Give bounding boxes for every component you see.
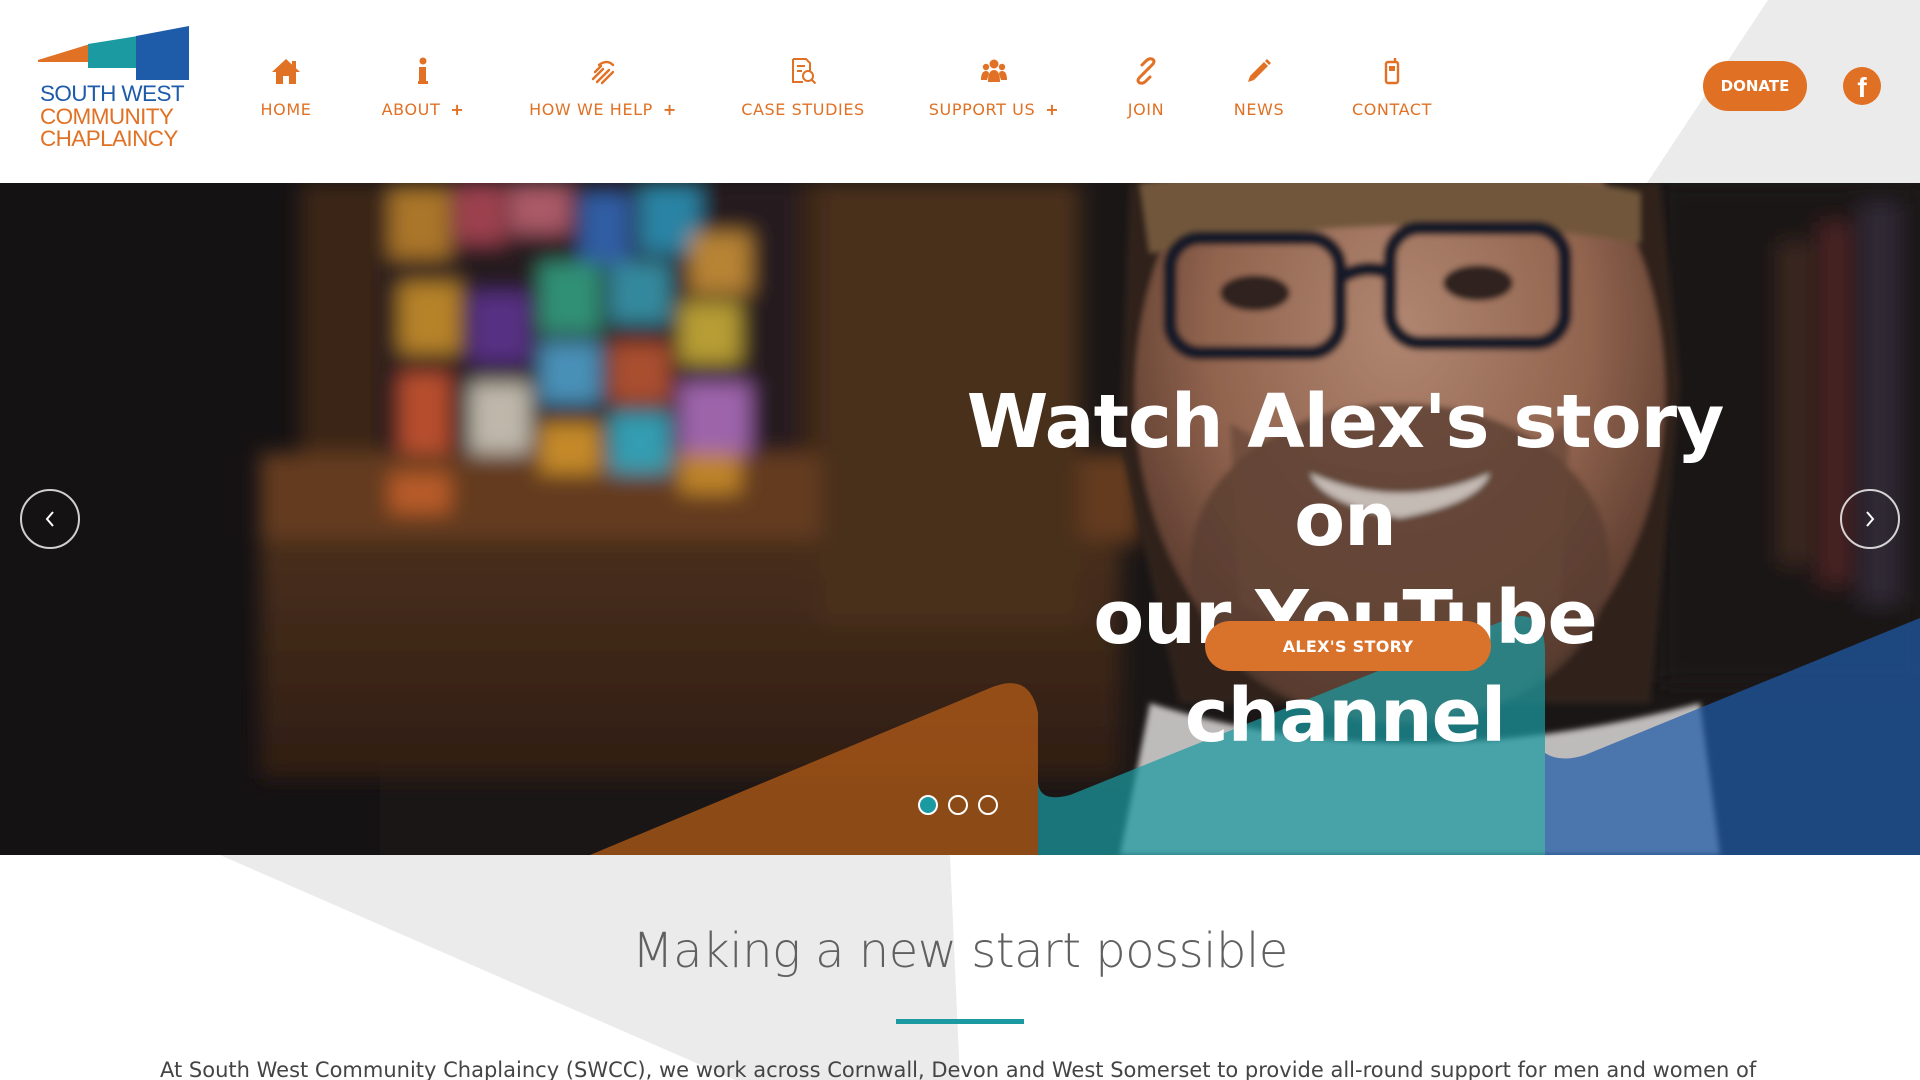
nav-item-join[interactable]: JOIN [1126, 56, 1166, 126]
nav-item-about[interactable]: ABOUT + [380, 56, 466, 126]
logo-line-community: COMMUNITY [40, 103, 174, 129]
hero-headline: Watch Alex's story on our YouTube channe… [930, 373, 1760, 765]
logo-mark-icon [38, 26, 189, 80]
donate-button[interactable]: DONATE [1703, 61, 1807, 111]
link-icon [1131, 56, 1161, 86]
chevron-left-icon [45, 511, 54, 527]
site-header: SOUTH WEST COMMUNITY CHAPLAINCY HOME ABO… [0, 0, 1920, 183]
nav-label-text: HOW WE HELP [529, 100, 653, 119]
nav-item-contact[interactable]: CONTACT [1351, 56, 1433, 126]
nav-label: HOW WE HELP + [529, 100, 677, 119]
alex-story-button[interactable]: ALEX'S STORY [1205, 621, 1491, 671]
title-underline [896, 1019, 1024, 1024]
slider-pagination [918, 795, 998, 815]
nav-item-case-studies[interactable]: CASE STUDIES [741, 56, 865, 126]
nav-label-text: ABOUT [381, 100, 441, 119]
chevron-right-icon [1866, 511, 1875, 527]
nav-item-support-us[interactable]: SUPPORT US + [929, 56, 1059, 126]
submenu-plus-icon[interactable]: + [1045, 100, 1059, 119]
facebook-icon: f [1857, 72, 1867, 103]
facebook-link[interactable]: f [1843, 67, 1881, 105]
intro-paragraph: At South West Community Chaplaincy (SWCC… [160, 1058, 1757, 1080]
nav-label-text: SUPPORT US [928, 100, 1036, 119]
hero-slider: Watch Alex's story on our YouTube channe… [0, 183, 1920, 855]
phone-icon [1377, 56, 1407, 86]
submenu-plus-icon[interactable]: + [663, 100, 677, 119]
slider-dot-3[interactable] [978, 795, 998, 815]
nav-label: JOIN [1127, 100, 1165, 119]
slider-dot-1[interactable] [918, 795, 938, 815]
nav-label: SUPPORT US + [929, 100, 1059, 119]
slider-next-button[interactable] [1840, 489, 1900, 549]
intro-section: Making a new start possible At South Wes… [0, 855, 1920, 1080]
nav-label: HOME [260, 100, 312, 119]
nav-item-home[interactable]: HOME [258, 56, 314, 126]
info-icon [408, 56, 438, 86]
group-icon [979, 56, 1009, 86]
nav-item-how-we-help[interactable]: HOW WE HELP + [529, 56, 677, 126]
section-title: Making a new start possible [632, 923, 1288, 979]
logo-line-south-west: SOUTH WEST [40, 81, 185, 106]
helping-hand-icon [588, 56, 618, 86]
nav-label: CASE STUDIES [741, 100, 865, 119]
hero-headline-line-1: Watch Alex's story on [966, 379, 1725, 563]
nav-label: NEWS [1233, 100, 1285, 119]
nav-item-news[interactable]: NEWS [1234, 56, 1284, 126]
slider-dot-2[interactable] [948, 795, 968, 815]
submenu-plus-icon[interactable]: + [450, 100, 464, 119]
pencil-icon [1244, 56, 1274, 86]
logo-line-chaplaincy: CHAPLAINCY [40, 126, 178, 151]
site-logo[interactable]: SOUTH WEST COMMUNITY CHAPLAINCY [38, 26, 190, 156]
slider-prev-button[interactable] [20, 489, 80, 549]
nav-label: ABOUT + [382, 100, 465, 119]
document-search-icon [788, 56, 818, 86]
logo-wordmark: SOUTH WEST COMMUNITY CHAPLAINCY [40, 81, 185, 151]
home-icon [271, 56, 301, 86]
nav-label: CONTACT [1351, 100, 1433, 119]
